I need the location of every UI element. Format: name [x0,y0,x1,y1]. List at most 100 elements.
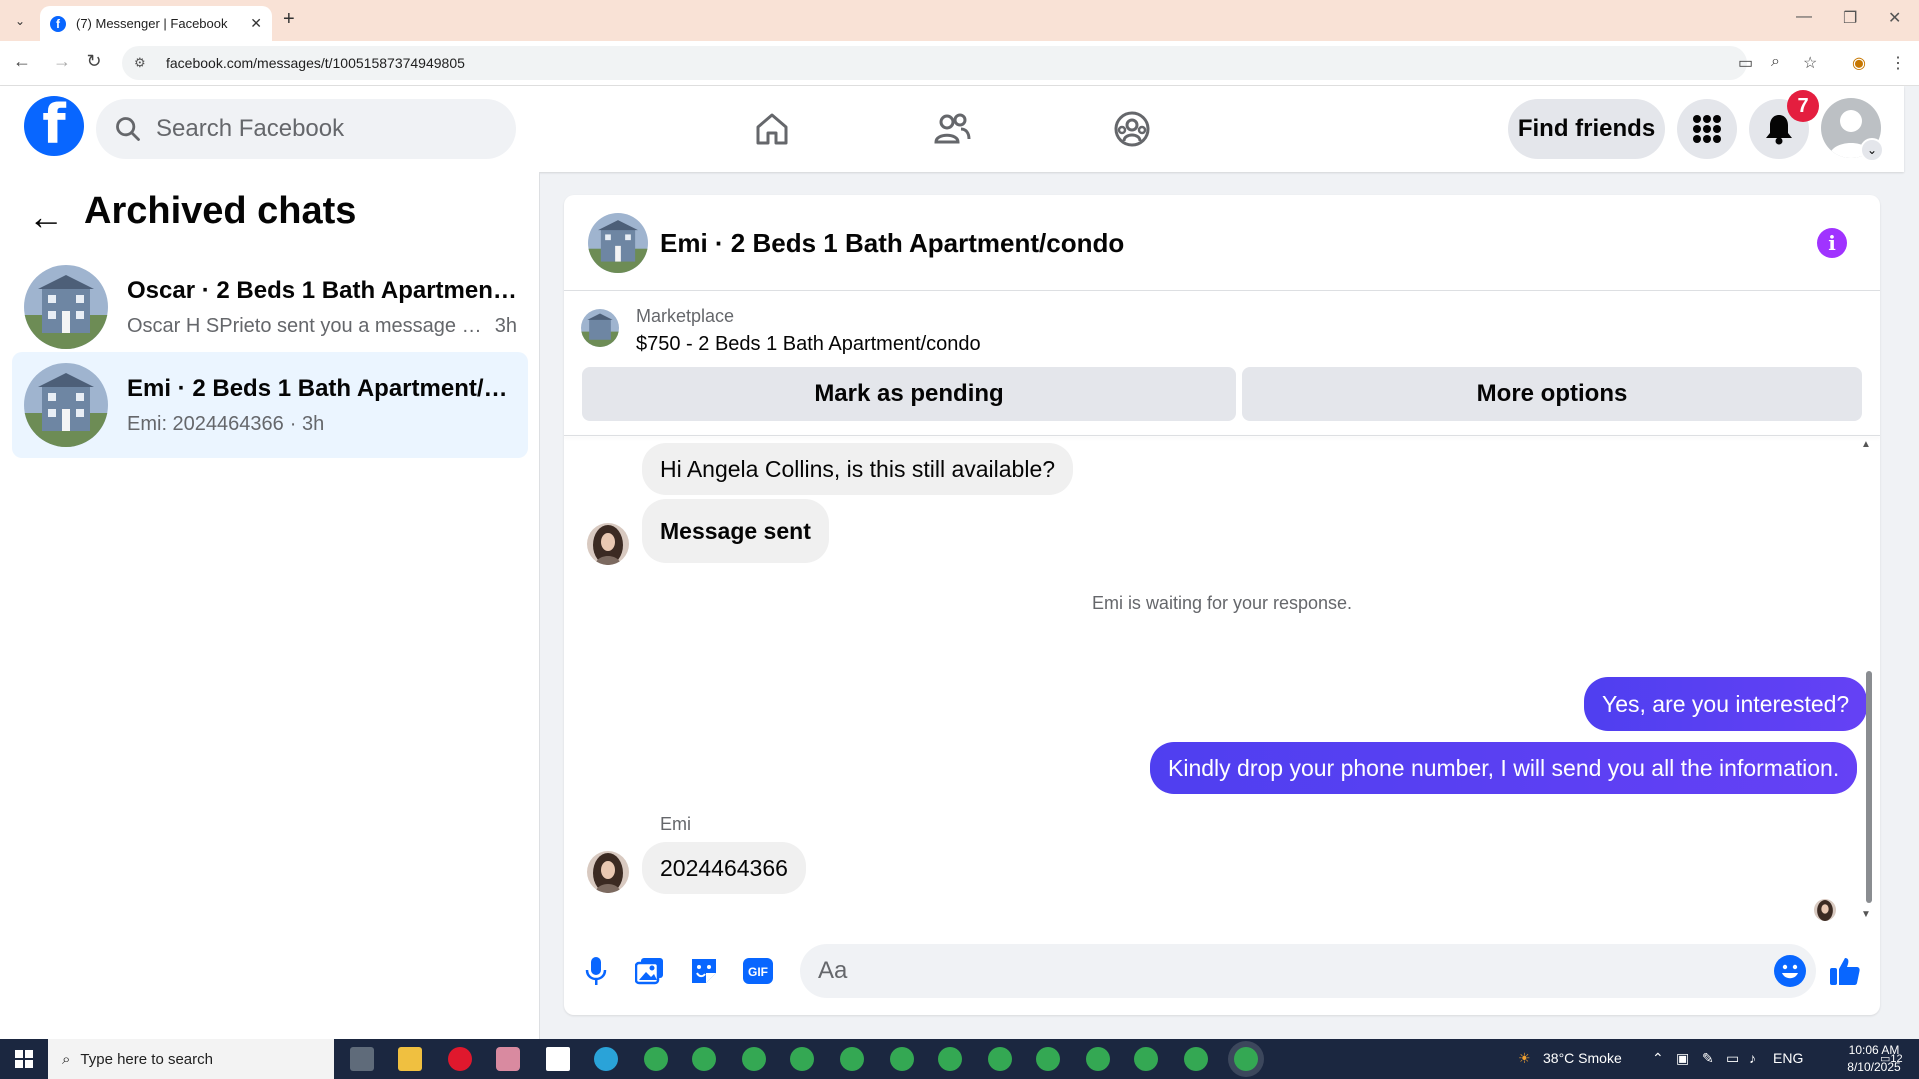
outgoing-message[interactable]: Kindly drop your phone number, I will se… [1150,742,1858,794]
address-bar[interactable]: ⚙ facebook.com/messages/t/10051587374949… [122,46,1747,80]
minimize-icon[interactable]: — [1796,8,1812,26]
pen-icon[interactable]: ✎ [1702,1050,1714,1067]
message-input-placeholder: Aa [818,957,848,984]
browser-menu-icon[interactable]: ⋮ [1890,53,1906,73]
gif-icon[interactable]: GIF [740,953,776,989]
microphone-icon[interactable] [578,953,614,989]
bookmark-star-icon[interactable]: ☆ [1803,53,1817,73]
info-icon[interactable]: i [1817,228,1847,258]
groups-nav-icon[interactable] [1107,104,1157,154]
divider [564,435,1880,436]
tray-apps-icon[interactable]: ▣ [1676,1050,1689,1067]
facebook-logo[interactable]: f [24,96,84,156]
sender-avatar[interactable] [587,523,629,565]
incoming-message[interactable]: 2024464366 [642,842,806,894]
chrome-icon[interactable] [938,1047,962,1071]
chrome-icon[interactable] [1184,1047,1208,1071]
conversation-title[interactable]: Emi · 2 Beds 1 Bath Apartment/condo [660,228,1124,259]
thumbs-up-icon[interactable] [1827,953,1863,989]
chrome-icon[interactable] [1086,1047,1110,1071]
account-chevron-down-icon[interactable]: ⌄ [1860,138,1884,162]
search-placeholder: Search Facebook [156,115,345,142]
find-friends-button[interactable]: Find friends [1508,99,1665,159]
facebook-search-input[interactable]: Search Facebook [96,99,516,159]
taskbar-search-placeholder: Type here to search [80,1050,213,1068]
chrome-icon[interactable] [644,1047,668,1071]
marketplace-listing-thumbnail[interactable] [581,309,619,347]
new-tab-button[interactable]: + [283,8,295,31]
menu-grid-button[interactable] [1677,99,1737,159]
volume-icon[interactable]: ♪ [1749,1050,1756,1066]
tray-chevron-up-icon[interactable]: ⌃ [1652,1050,1664,1067]
sender-avatar[interactable] [587,851,629,893]
message-scrollbar[interactable] [1866,671,1872,903]
back-arrow-icon[interactable]: ← [28,196,64,238]
conversation-panel: Emi · 2 Beds 1 Bath Apartment/condo i Ma… [564,195,1880,1015]
notification-center-icon[interactable]: ▭12 [1880,1052,1903,1065]
chrome-icon[interactable] [692,1047,716,1071]
taskbar-search-icon: ⌕ [62,1050,71,1068]
chrome-icon[interactable] [890,1047,914,1071]
message-input[interactable]: Aa [800,944,1816,998]
chrome-icon[interactable] [1134,1047,1158,1071]
home-nav-icon[interactable] [747,104,797,154]
chrome-icon[interactable] [1036,1047,1060,1071]
chat-snippet: Oscar H SPrieto sent you a message about… [127,314,489,337]
back-icon[interactable]: ← [10,51,34,72]
more-options-button[interactable]: More options [1242,367,1862,421]
scroll-down-arrow-icon[interactable]: ▼ [1861,909,1871,920]
listing-title[interactable]: $750 - 2 Beds 1 Bath Apartment/condo [636,333,981,356]
taskbar-search[interactable]: ⌕ Type here to search [48,1039,334,1079]
task-view-icon[interactable] [350,1047,374,1071]
site-info-icon[interactable]: ⚙ [134,55,152,71]
chat-snippet: Emi: 2024464366 [127,412,284,435]
marketplace-label: Marketplace [636,306,735,326]
sender-name: Emi [660,814,691,834]
chat-list-item[interactable]: Oscar · 2 Beds 1 Bath Apartment/condo Os… [12,254,528,360]
bell-icon [1766,115,1792,145]
friends-nav-icon[interactable] [927,104,977,154]
tab-close-icon[interactable]: ✕ [250,15,262,32]
chat-time: 3h [494,314,517,337]
opera-icon[interactable] [448,1047,472,1071]
tab-title: (7) Messenger | Facebook [76,16,228,31]
tab-search-button[interactable]: ⌄ [8,9,32,33]
install-app-icon[interactable]: ▭ [1738,53,1753,73]
chrome-icon[interactable] [840,1047,864,1071]
file-explorer-icon[interactable] [398,1047,422,1071]
chat-name: Emi · 2 Beds 1 Bath Apartment/condo [127,374,517,402]
emoji-icon[interactable] [1773,954,1807,988]
windows-taskbar: ⌕ Type here to search ☀ 38°C Smoke ⌃ ▣ ✎… [0,1039,1919,1079]
facebook-favicon-icon: f [50,15,66,32]
chat-list-item-active[interactable]: Emi · 2 Beds 1 Bath Apartment/condo Emi:… [12,352,528,458]
archived-chats-sidebar: ← Archived chats Oscar · 2 Beds 1 Bath A… [0,172,540,1039]
mark-as-pending-button[interactable]: Mark as pending [582,367,1236,421]
chrome-icon[interactable] [742,1047,766,1071]
edge-icon[interactable] [594,1047,618,1071]
sticker-icon[interactable] [686,953,722,989]
chrome-icon-active[interactable] [1234,1047,1258,1071]
notification-center-count: 12 [1890,1053,1903,1065]
incoming-message[interactable]: Message sent [642,499,829,563]
restore-icon[interactable]: ❐ [1843,8,1857,28]
app-icon[interactable] [496,1047,520,1071]
notepad-icon[interactable] [546,1047,570,1071]
window-close-icon[interactable]: ✕ [1888,8,1901,28]
browser-tab[interactable]: f (7) Messenger | Facebook ✕ [40,6,272,41]
network-icon[interactable]: ▭ [1726,1050,1739,1067]
language-indicator[interactable]: ENG [1773,1050,1803,1066]
chrome-icon[interactable] [988,1047,1012,1071]
conversation-thumbnail[interactable] [588,213,648,273]
incoming-message[interactable]: Hi Angela Collins, is this still availab… [642,443,1074,495]
profile-icon[interactable]: ◉ [1852,53,1866,73]
reload-icon[interactable]: ↻ [82,51,106,72]
forward-icon[interactable]: → [50,51,74,72]
weather-text[interactable]: 38°C Smoke [1543,1050,1622,1066]
chrome-icon[interactable] [790,1047,814,1071]
zoom-icon[interactable]: ⌕ [1771,53,1780,71]
weather-icon: ☀ [1518,1050,1531,1066]
photo-icon[interactable] [632,953,668,989]
scroll-up-arrow-icon[interactable]: ▲ [1861,439,1871,450]
windows-start-icon[interactable] [0,1039,48,1079]
outgoing-message[interactable]: Yes, are you interested? [1584,677,1868,731]
